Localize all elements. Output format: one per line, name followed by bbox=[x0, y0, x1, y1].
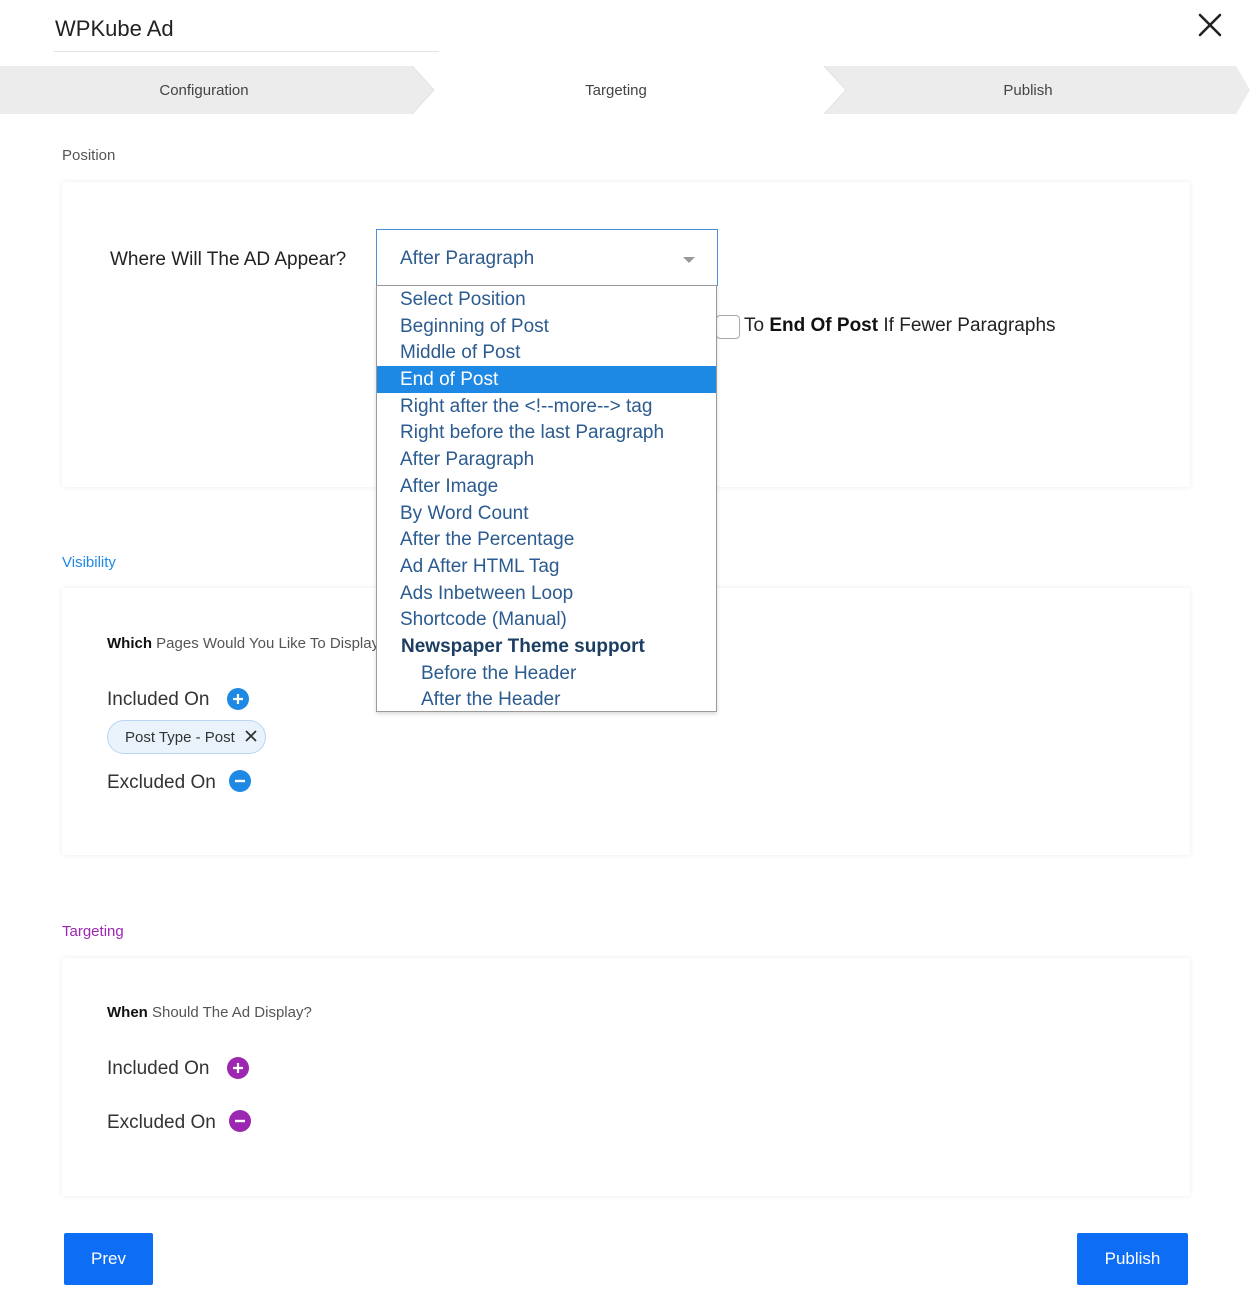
position-option[interactable]: Shortcode (Manual) bbox=[377, 606, 716, 633]
position-option[interactable]: Ads Inbetween Loop bbox=[377, 580, 716, 607]
position-option[interactable]: After the Header bbox=[377, 686, 716, 713]
position-option[interactable]: Right after the <!--more--> tag bbox=[377, 393, 716, 420]
visibility-question: Which Pages Would You Like To Display bbox=[107, 635, 380, 652]
position-select[interactable]: After Paragraph bbox=[376, 229, 718, 286]
position-option[interactable]: After Paragraph bbox=[377, 446, 716, 473]
visibility-included-label: Included On bbox=[107, 689, 210, 710]
position-option[interactable]: End of Post bbox=[377, 366, 716, 393]
position-option[interactable]: Beginning of Post bbox=[377, 313, 716, 340]
targeting-excluded-label: Excluded On bbox=[107, 1112, 216, 1133]
fallback-label: To End Of Post If Fewer Paragraphs bbox=[744, 315, 1056, 336]
position-option[interactable]: Middle of Post bbox=[377, 339, 716, 366]
close-icon[interactable] bbox=[1195, 10, 1225, 40]
step-targeting[interactable]: Targeting bbox=[412, 66, 820, 114]
publish-button[interactable]: Publish bbox=[1077, 1233, 1188, 1285]
position-option[interactable]: After the Percentage bbox=[377, 526, 716, 553]
position-option[interactable]: Select Position bbox=[377, 286, 716, 313]
visibility-chip: Post Type - Post bbox=[107, 720, 266, 754]
position-option[interactable]: Ad After HTML Tag bbox=[377, 553, 716, 580]
step-publish[interactable]: Publish bbox=[824, 66, 1232, 114]
position-option[interactable]: By Word Count bbox=[377, 500, 716, 527]
prev-button[interactable]: Prev bbox=[64, 1233, 153, 1285]
fallback-checkbox[interactable] bbox=[716, 315, 740, 339]
remove-chip-icon[interactable] bbox=[244, 729, 258, 743]
visibility-excluded-label: Excluded On bbox=[107, 772, 216, 793]
ad-title-field[interactable]: WPKube Ad bbox=[54, 12, 439, 52]
position-section-title: Position bbox=[62, 147, 116, 164]
position-dropdown-list: Select Position Beginning of Post Middle o… bbox=[376, 285, 717, 712]
chevron-down-icon bbox=[683, 257, 695, 263]
step-configuration[interactable]: Configuration bbox=[0, 66, 408, 114]
targeting-add-included-icon[interactable] bbox=[227, 1057, 249, 1079]
visibility-add-excluded-icon[interactable] bbox=[229, 770, 251, 792]
targeting-add-excluded-icon[interactable] bbox=[229, 1110, 251, 1132]
position-option[interactable]: After Image bbox=[377, 473, 716, 500]
targeting-included-label: Included On bbox=[107, 1058, 210, 1079]
chip-label: Post Type - Post bbox=[125, 728, 235, 746]
targeting-section-title: Targeting bbox=[62, 923, 124, 940]
wizard-steps: Configuration Targeting Publish bbox=[0, 66, 1250, 114]
visibility-section-title: Visibility bbox=[62, 554, 116, 571]
position-question: Where Will The AD Appear? bbox=[110, 249, 347, 270]
targeting-question: When Should The Ad Display? bbox=[107, 1004, 312, 1021]
visibility-add-included-icon[interactable] bbox=[227, 688, 249, 710]
position-option[interactable]: Before the Header bbox=[377, 660, 716, 687]
position-option[interactable]: Right before the last Paragraph bbox=[377, 419, 716, 446]
position-option-group-label: Newspaper Theme support bbox=[401, 635, 645, 657]
